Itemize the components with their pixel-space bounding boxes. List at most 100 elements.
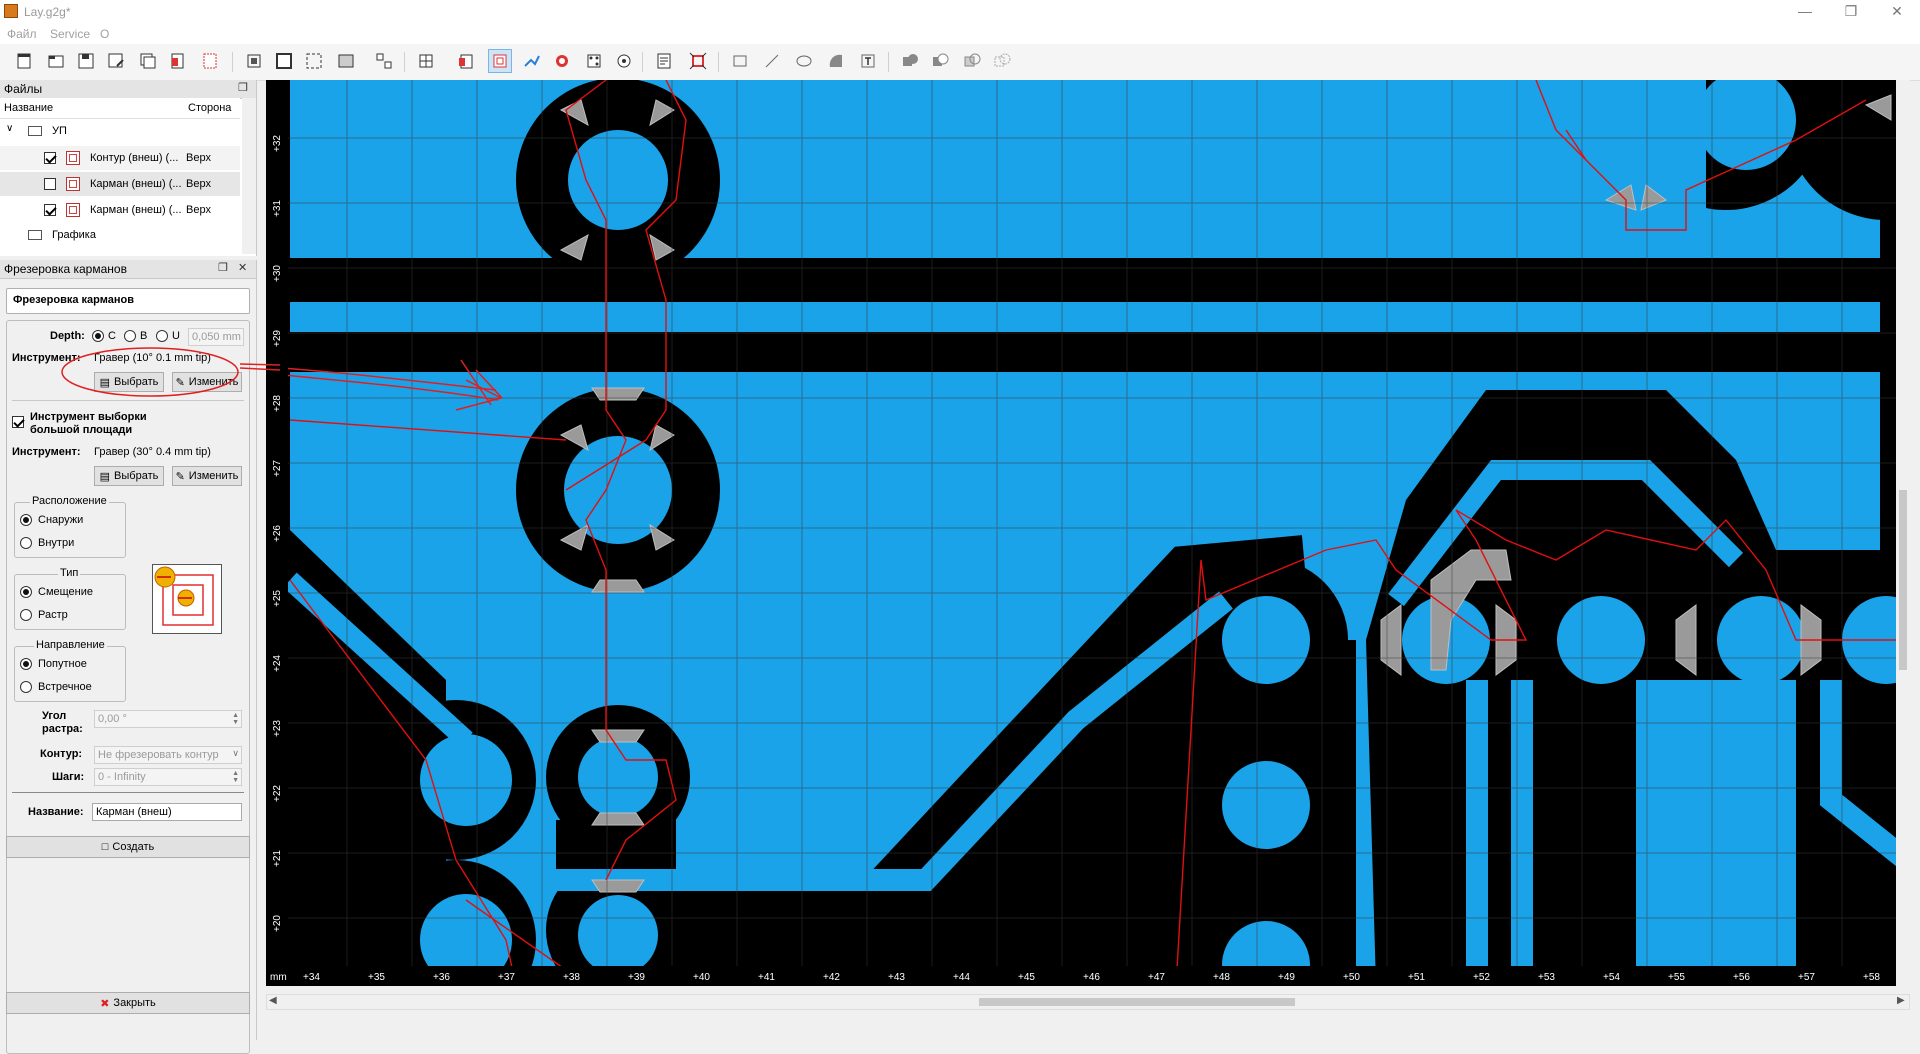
- tree-item-side: Верх: [186, 178, 211, 190]
- scroll-right-icon[interactable]: ▶: [1897, 995, 1905, 1006]
- close-file-icon[interactable]: [166, 49, 190, 73]
- profile-milling-icon[interactable]: [454, 49, 478, 73]
- depth-radio-b[interactable]: [124, 330, 136, 342]
- save-as-icon[interactable]: [104, 49, 128, 73]
- gcode-properties-icon[interactable]: [652, 49, 676, 73]
- pcb-view[interactable]: mm +34 +35 +36 +37 +38 +39 +40 +41 +42 +…: [266, 80, 1906, 986]
- depth-label: Depth:: [50, 330, 85, 342]
- menu-bar: Файл Service O: [0, 24, 1920, 44]
- select-tool2-button[interactable]: ▤ Выбрать: [94, 466, 164, 486]
- zoom-fit-icon[interactable]: [242, 49, 266, 73]
- steps-input[interactable]: 0 - Infinity ▲ ▼: [94, 768, 242, 786]
- xor-icon[interactable]: [990, 49, 1014, 73]
- voronoi-icon[interactable]: [520, 49, 544, 73]
- steps-value: 0 - Infinity: [98, 771, 146, 783]
- location-group: [14, 502, 126, 558]
- zoom-selection-icon[interactable]: [302, 49, 326, 73]
- contour-select[interactable]: Не фрезеровать контур ∨: [94, 746, 242, 764]
- maximize-button[interactable]: ❐: [1828, 0, 1874, 22]
- pocket-milling-icon[interactable]: [488, 49, 512, 73]
- vscroll-thumb[interactable]: [1899, 490, 1907, 670]
- profile-file-icon: [66, 151, 80, 165]
- menu-o[interactable]: O: [100, 27, 109, 41]
- y-tick: +21: [272, 850, 283, 867]
- save-icon[interactable]: [74, 49, 98, 73]
- close-panel-button[interactable]: ✖ Закрыть: [6, 992, 250, 1014]
- tree-graphics[interactable]: Графика: [0, 224, 240, 248]
- circle-drill-icon[interactable]: [612, 49, 636, 73]
- align-icon[interactable]: [372, 49, 396, 73]
- close-all-icon[interactable]: [198, 49, 222, 73]
- float-panel-icon[interactable]: ❐: [218, 261, 228, 274]
- column-name[interactable]: Название: [4, 102, 53, 114]
- new-file-icon[interactable]: [12, 49, 36, 73]
- drilling-icon[interactable]: [582, 49, 606, 73]
- item-visible-checkbox[interactable]: [44, 152, 56, 164]
- folder-icon: [28, 126, 42, 136]
- canvas-horizontal-scrollbar[interactable]: ◀ ▶: [266, 994, 1910, 1010]
- zoom-area-icon[interactable]: [334, 49, 358, 73]
- scroll-left-icon[interactable]: ◀: [269, 995, 277, 1006]
- rectangle-tool-icon[interactable]: [728, 49, 752, 73]
- large-area-label-2: большой площади: [30, 424, 133, 436]
- files-scrollbar[interactable]: [242, 98, 256, 254]
- x-tick: +54: [1603, 972, 1620, 983]
- location-inside-radio[interactable]: [20, 537, 32, 549]
- depth-radio-u[interactable]: [156, 330, 168, 342]
- item-visible-checkbox[interactable]: [44, 204, 56, 216]
- thermal-icon[interactable]: [550, 49, 574, 73]
- arc-tool-icon[interactable]: [824, 49, 848, 73]
- large-area-checkbox[interactable]: [12, 416, 24, 428]
- location-outside-radio[interactable]: [20, 514, 32, 526]
- raster-angle-label-1: Угол: [42, 710, 67, 722]
- tree-item[interactable]: Карман (внеш) (... Верх: [0, 172, 240, 196]
- tree-root[interactable]: ∨ УП: [0, 120, 240, 144]
- annotation-arrow-tail: [240, 363, 280, 371]
- direction-climb-radio[interactable]: [20, 658, 32, 670]
- tool-bounds-icon[interactable]: [686, 49, 710, 73]
- canvas-vertical-scrollbar[interactable]: [1896, 80, 1910, 986]
- type-offset-radio[interactable]: [20, 586, 32, 598]
- operation-header: Фрезеровка карманов: [6, 288, 250, 314]
- edit-tool2-button[interactable]: ✎ Изменить: [172, 466, 242, 486]
- column-side[interactable]: Сторона: [188, 102, 231, 114]
- ellipse-tool-icon[interactable]: [792, 49, 816, 73]
- pencil-icon: ✎: [175, 470, 185, 483]
- menu-service[interactable]: Service: [50, 27, 90, 41]
- hscroll-thumb[interactable]: [979, 998, 1295, 1006]
- create-button[interactable]: □ Создать: [6, 836, 250, 858]
- tree-item[interactable]: Контур (внеш) (... Верх: [0, 146, 240, 170]
- chevron-down-icon[interactable]: ∨: [6, 123, 13, 134]
- zoom-board-icon[interactable]: [272, 49, 296, 73]
- depth-radio-c[interactable]: [92, 330, 104, 342]
- menu-file[interactable]: Файл: [7, 27, 37, 41]
- operation-name-input[interactable]: Карман (внеш): [92, 803, 242, 821]
- large-area-label-1: Инструмент выборки: [30, 411, 147, 423]
- subtract-icon[interactable]: [928, 49, 952, 73]
- raster-angle-label-2: растра:: [42, 723, 83, 735]
- close-window-button[interactable]: ✕: [1874, 0, 1920, 22]
- minimize-button[interactable]: —: [1782, 0, 1828, 22]
- union-icon[interactable]: [898, 49, 922, 73]
- ruler-unit: mm: [270, 972, 287, 983]
- grid-icon[interactable]: [414, 49, 438, 73]
- float-panel-icon[interactable]: ❐: [238, 81, 248, 94]
- direction-conventional-radio[interactable]: [20, 681, 32, 693]
- close-icon[interactable]: ✕: [238, 261, 247, 274]
- pcb-canvas[interactable]: mm +34 +35 +36 +37 +38 +39 +40 +41 +42 +…: [266, 80, 1906, 986]
- pocket-panel: Фрезеровка карманов ❐ ✕ Фрезеровка карма…: [0, 260, 257, 1054]
- raster-angle-input[interactable]: 0,00 ° ▲ ▼: [94, 710, 242, 728]
- open-folder-icon[interactable]: [44, 49, 68, 73]
- line-tool-icon[interactable]: [760, 49, 784, 73]
- direction-conventional-label: Встречное: [38, 681, 92, 693]
- intersect-icon[interactable]: [960, 49, 984, 73]
- files-panel-header: Файлы ❐: [0, 80, 256, 99]
- text-tool-icon[interactable]: [856, 49, 880, 73]
- type-raster-radio[interactable]: [20, 609, 32, 621]
- depth-c-label: C: [108, 330, 116, 342]
- item-visible-checkbox[interactable]: [44, 178, 56, 190]
- tree-item[interactable]: Карман (внеш) (... Верх: [0, 198, 240, 222]
- x-tick: +43: [888, 972, 905, 983]
- save-all-icon[interactable]: [136, 49, 160, 73]
- x-tick: +40: [693, 972, 710, 983]
